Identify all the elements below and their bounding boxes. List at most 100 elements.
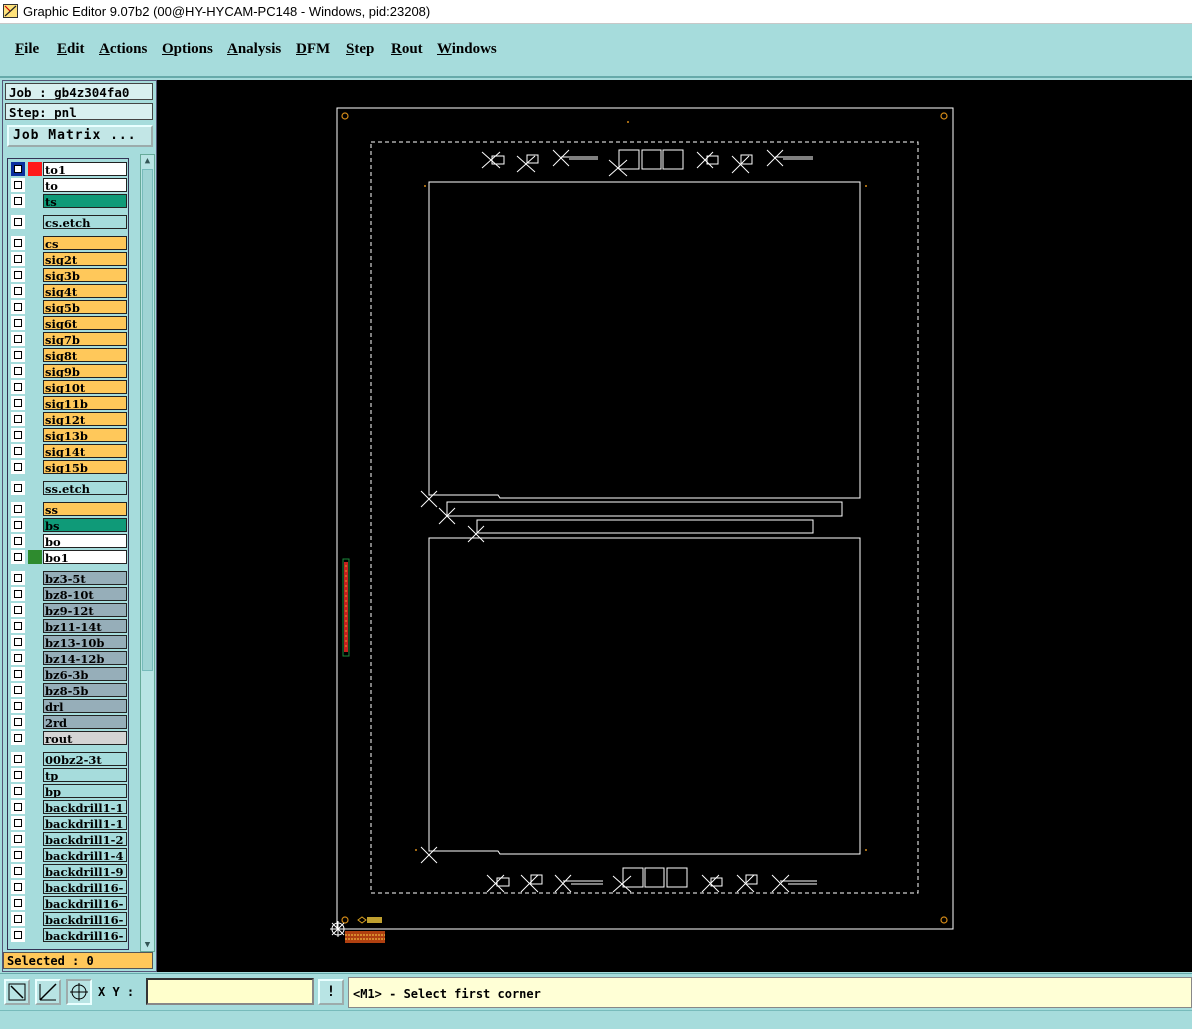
layer-name[interactable]: bz3-5t: [43, 571, 127, 585]
layer-checkbox[interactable]: [11, 768, 25, 782]
layer-name[interactable]: backdrill16-: [43, 912, 127, 926]
layer-color-swatch[interactable]: [28, 800, 42, 814]
layer-checkbox[interactable]: [11, 651, 25, 665]
layer-color-swatch[interactable]: [28, 316, 42, 330]
layer-name[interactable]: sig6t: [43, 316, 127, 330]
layer-color-swatch[interactable]: [28, 194, 42, 208]
layer-name[interactable]: rout: [43, 731, 127, 745]
layer-color-swatch[interactable]: [28, 619, 42, 633]
layer-checkbox[interactable]: [11, 348, 25, 362]
layer-checkbox[interactable]: [11, 332, 25, 346]
scroll-up-icon[interactable]: ▲: [141, 155, 154, 167]
layer-name[interactable]: sig4t: [43, 284, 127, 298]
layer-checkbox[interactable]: [11, 428, 25, 442]
layer-name[interactable]: bo1: [43, 550, 127, 564]
layer-name[interactable]: sig9b: [43, 364, 127, 378]
layer-checkbox[interactable]: [11, 550, 25, 564]
layer-row[interactable]: sig12t: [8, 411, 128, 427]
layer-row[interactable]: backdrill1-1: [8, 815, 128, 831]
layer-color-swatch[interactable]: [28, 364, 42, 378]
xy-coordinate-input[interactable]: [146, 978, 314, 1005]
measure-button[interactable]: [35, 979, 61, 1005]
layer-color-swatch[interactable]: [28, 300, 42, 314]
layer-checkbox[interactable]: [11, 268, 25, 282]
layer-color-swatch[interactable]: [28, 635, 42, 649]
layer-row[interactable]: backdrill16-: [8, 895, 128, 911]
layer-row[interactable]: sig14t: [8, 443, 128, 459]
layer-name[interactable]: sig15b: [43, 460, 127, 474]
layer-name[interactable]: sig14t: [43, 444, 127, 458]
layer-color-swatch[interactable]: [28, 880, 42, 894]
layer-row[interactable]: cs: [8, 235, 128, 251]
layer-name[interactable]: bz8-5b: [43, 683, 127, 697]
layer-checkbox[interactable]: [11, 194, 25, 208]
layer-checkbox[interactable]: [11, 784, 25, 798]
layer-checkbox[interactable]: [11, 236, 25, 250]
graphic-canvas[interactable]: [157, 80, 1192, 972]
layer-checkbox[interactable]: [11, 896, 25, 910]
layer-row[interactable]: backdrill16-: [8, 927, 128, 943]
menu-windows[interactable]: Windows: [437, 41, 497, 58]
layer-row[interactable]: bo1: [8, 549, 128, 565]
layer-checkbox[interactable]: [11, 444, 25, 458]
layer-color-swatch[interactable]: [28, 784, 42, 798]
layer-row[interactable]: backdrill16-: [8, 911, 128, 927]
layer-color-swatch[interactable]: [28, 715, 42, 729]
layer-checkbox[interactable]: [11, 481, 25, 495]
layer-color-swatch[interactable]: [28, 380, 42, 394]
layer-color-swatch[interactable]: [28, 518, 42, 532]
layer-color-swatch[interactable]: [28, 603, 42, 617]
layer-name[interactable]: bz6-3b: [43, 667, 127, 681]
layer-color-swatch[interactable]: [28, 460, 42, 474]
layer-color-swatch[interactable]: [28, 731, 42, 745]
layer-color-swatch[interactable]: [28, 268, 42, 282]
layer-checkbox[interactable]: [11, 752, 25, 766]
layer-row[interactable]: to: [8, 177, 128, 193]
layer-color-swatch[interactable]: [28, 444, 42, 458]
layer-row[interactable]: ts: [8, 193, 128, 209]
snap-grid-button[interactable]: [66, 979, 92, 1005]
layer-name[interactable]: ss.etch: [43, 481, 127, 495]
layer-row[interactable]: bo: [8, 533, 128, 549]
layer-name[interactable]: drl: [43, 699, 127, 713]
layer-row[interactable]: to1: [8, 161, 128, 177]
layer-checkbox[interactable]: [11, 587, 25, 601]
layer-name[interactable]: sig10t: [43, 380, 127, 394]
layer-row[interactable]: tp: [8, 767, 128, 783]
layer-name[interactable]: sig7b: [43, 332, 127, 346]
layer-checkbox[interactable]: [11, 412, 25, 426]
layer-color-swatch[interactable]: [28, 236, 42, 250]
layer-name[interactable]: tp: [43, 768, 127, 782]
layer-color-swatch[interactable]: [28, 162, 42, 176]
layer-checkbox[interactable]: [11, 912, 25, 926]
layer-checkbox[interactable]: [11, 502, 25, 516]
layer-row[interactable]: drl: [8, 698, 128, 714]
layer-checkbox[interactable]: [11, 603, 25, 617]
layer-row[interactable]: bz8-10t: [8, 586, 128, 602]
layer-checkbox[interactable]: [11, 215, 25, 229]
layer-name[interactable]: sig12t: [43, 412, 127, 426]
layer-row[interactable]: ss: [8, 501, 128, 517]
layer-checkbox[interactable]: [11, 928, 25, 942]
layer-color-swatch[interactable]: [28, 912, 42, 926]
layer-row[interactable]: bz13-10b: [8, 634, 128, 650]
layer-color-swatch[interactable]: [28, 284, 42, 298]
layer-checkbox[interactable]: [11, 864, 25, 878]
layer-checkbox[interactable]: [11, 178, 25, 192]
layer-row[interactable]: sig3b: [8, 267, 128, 283]
layer-checkbox[interactable]: [11, 162, 25, 176]
layer-name[interactable]: bz14-12b: [43, 651, 127, 665]
layer-color-swatch[interactable]: [28, 651, 42, 665]
layer-checkbox[interactable]: [11, 699, 25, 713]
menu-edit[interactable]: Edit: [57, 41, 85, 58]
zoom-fit-button[interactable]: [4, 979, 30, 1005]
layer-checkbox[interactable]: [11, 848, 25, 862]
layer-color-swatch[interactable]: [28, 896, 42, 910]
layer-row[interactable]: sig15b: [8, 459, 128, 475]
layer-row[interactable]: rout: [8, 730, 128, 746]
layer-row[interactable]: bz14-12b: [8, 650, 128, 666]
layer-checkbox[interactable]: [11, 518, 25, 532]
layer-color-swatch[interactable]: [28, 928, 42, 942]
layer-color-swatch[interactable]: [28, 252, 42, 266]
layer-row[interactable]: bs: [8, 517, 128, 533]
